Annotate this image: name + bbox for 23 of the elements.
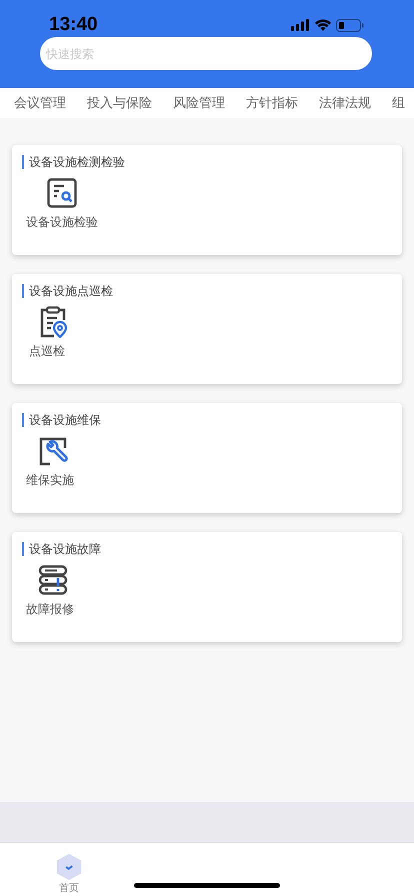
clipboard-pin-icon	[38, 306, 68, 338]
section-title: 设备设施故障	[29, 541, 101, 558]
document-search-icon	[47, 178, 77, 208]
home-shield-icon	[54, 853, 84, 881]
feature-button[interactable]: 故障报修	[22, 564, 78, 618]
server-alert-icon	[38, 565, 68, 595]
feature-button[interactable]: 点巡检	[22, 306, 72, 360]
section-title: 设备设施检测检验	[29, 154, 125, 171]
feature-button[interactable]: 维保实施	[22, 435, 78, 489]
wifi-icon	[315, 19, 331, 31]
feature-button[interactable]: 设备设施检验	[22, 177, 102, 231]
section-title: 设备设施维保	[29, 412, 101, 429]
status-time: 13:40	[49, 12, 98, 37]
category-tab[interactable]: 会议管理	[14, 93, 66, 113]
section-title: 设备设施点巡检	[29, 283, 113, 300]
category-tab[interactable]: 风险管理	[173, 93, 225, 113]
battery-icon	[336, 18, 364, 32]
category-tab[interactable]: 投入与保险	[87, 93, 152, 113]
category-tab[interactable]: 方针指标	[246, 93, 298, 113]
category-tab[interactable]: 法律法规	[319, 93, 371, 113]
wrench-icon	[38, 436, 68, 466]
signal-icon	[291, 19, 310, 31]
category-tab[interactable]: 组	[392, 93, 405, 113]
